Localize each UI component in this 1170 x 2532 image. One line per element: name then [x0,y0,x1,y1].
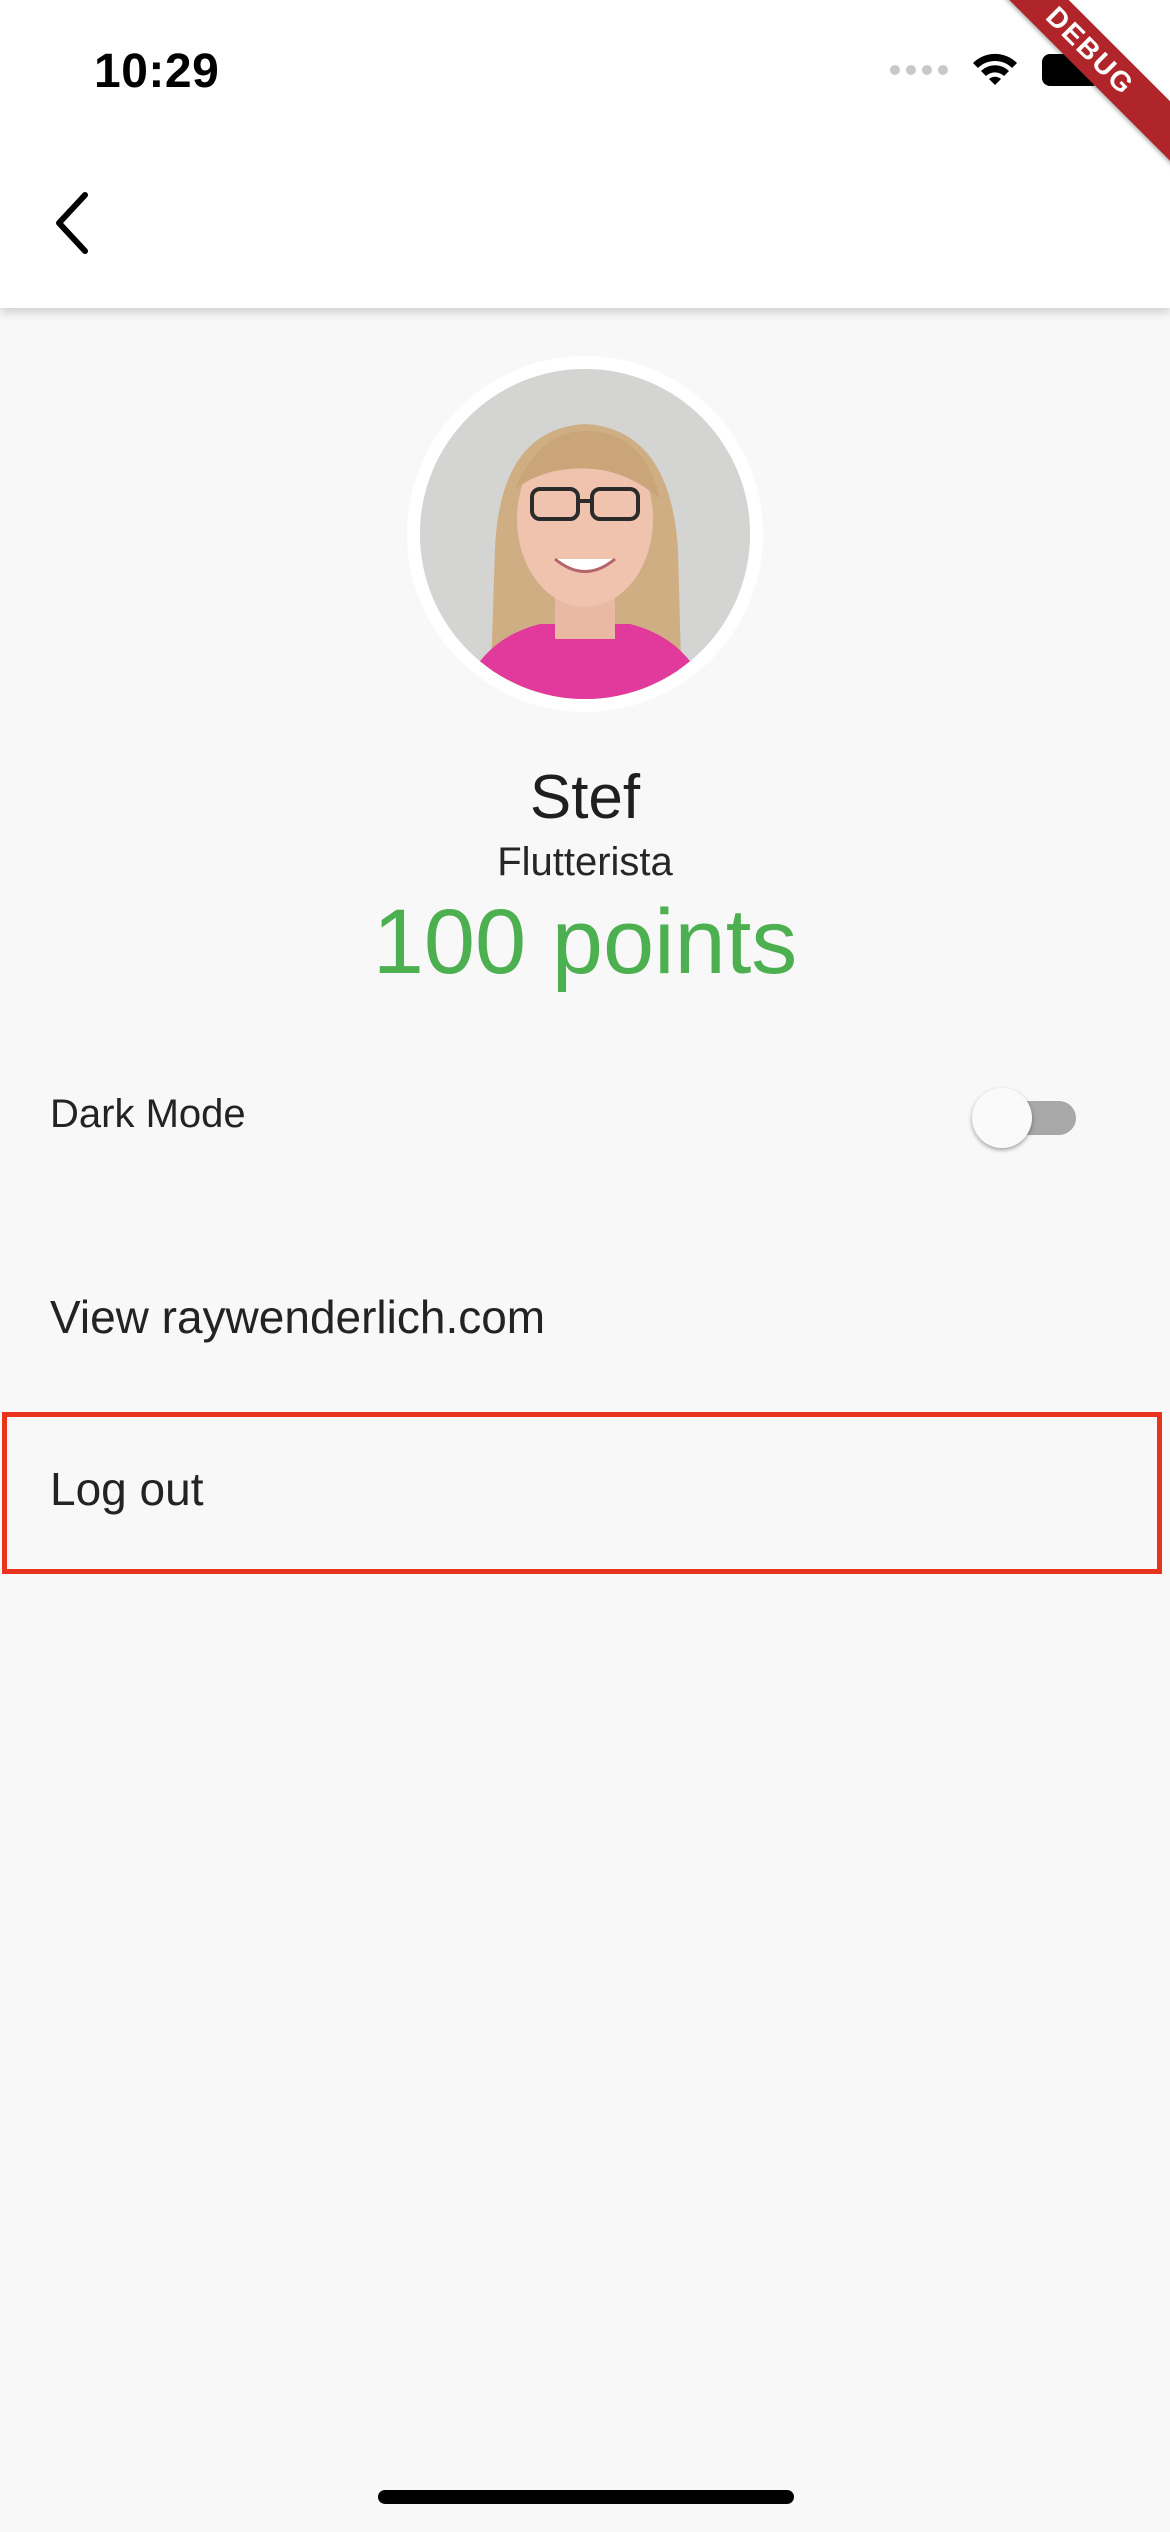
back-button[interactable] [36,178,106,268]
view-website-link[interactable]: View raywenderlich.com [0,1262,1170,1382]
dark-mode-toggle[interactable] [972,1088,1084,1148]
profile-points: 100 points [372,891,798,993]
app-bar: 10:29 [0,0,1170,308]
toggle-thumb [972,1088,1032,1148]
cellular-signal-icon [890,65,948,75]
home-indicator [378,2490,794,2504]
log-out-button[interactable]: Log out [0,1410,1170,1576]
profile-name: Stef [529,763,641,832]
avatar-ring [407,356,763,712]
profile-screen: 10:29 DEBUG Stef Flutterista 100 points … [0,0,1170,2532]
avatar-photo [420,369,750,699]
chevron-left-icon [56,192,88,254]
view-website-label: View raywenderlich.com [50,1291,546,1343]
status-time: 10:29 [94,45,220,98]
dark-mode-row: Dark Mode [0,1050,1170,1186]
avatar [420,369,750,699]
dark-mode-label: Dark Mode [50,1092,246,1136]
profile-role: Flutterista [497,840,673,884]
log-out-label: Log out [50,1463,204,1515]
wifi-icon [973,53,1017,85]
